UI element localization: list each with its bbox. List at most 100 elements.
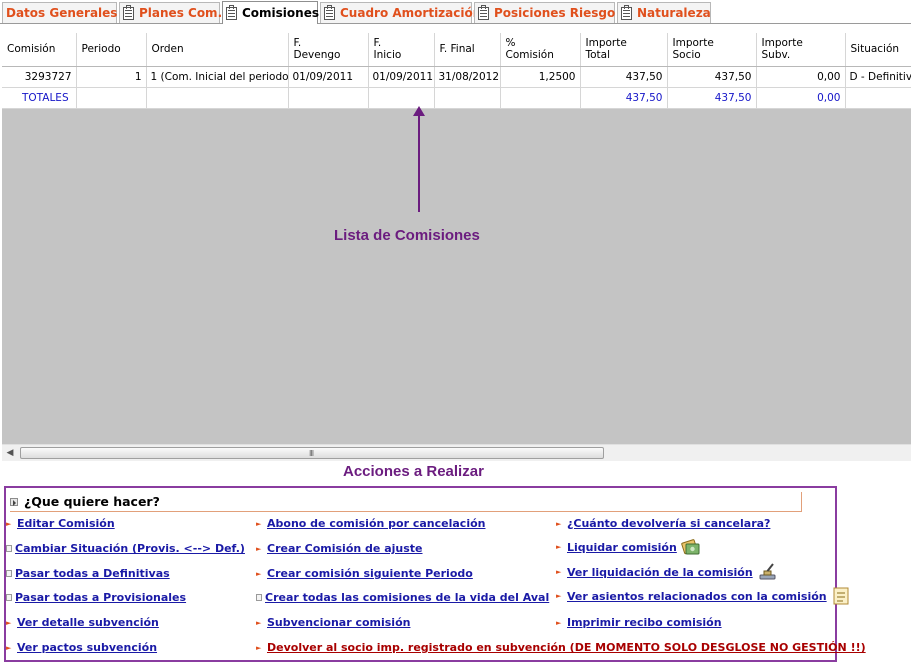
arrow-bullet-icon: ►: [256, 643, 262, 652]
expand-icon[interactable]: [10, 497, 18, 506]
tab-posiciones-riesgo[interactable]: Posiciones Riesgo: [474, 2, 615, 23]
arrow-bullet-icon: ►: [556, 543, 562, 551]
document-icon: [324, 4, 335, 20]
arrow-bullet-icon: ►: [556, 618, 562, 627]
grip-icon: III: [309, 449, 314, 458]
tab-comisiones[interactable]: Comisiones: [222, 1, 319, 24]
tab-label: Comisiones: [242, 6, 319, 20]
arrow-bullet-icon: ►: [256, 519, 262, 528]
action-label[interactable]: Imprimir recibo comisión: [567, 616, 722, 629]
action-label[interactable]: Ver liquidación de la comisión: [567, 566, 753, 579]
tab-label: Naturaleza: [637, 6, 711, 20]
actions-header: ¿Que quiere hacer?: [10, 492, 802, 512]
action-liquidar-comision[interactable]: ► Liquidar comisión: [556, 538, 701, 556]
action-editar-comision[interactable]: ► Editar Comisión: [6, 517, 115, 530]
arrow-bullet-icon: ►: [256, 618, 262, 627]
tab-label: Datos Generales: [6, 6, 118, 20]
col-header-periodo[interactable]: Periodo: [76, 33, 147, 67]
col-header-importe-total[interactable]: Importe Total: [580, 33, 668, 67]
arrow-bullet-icon: ►: [256, 569, 262, 578]
tab-planes-com[interactable]: Planes Com.: [119, 2, 223, 23]
action-label[interactable]: Pasar todas a Definitivas: [15, 567, 170, 580]
action-ver-detalle-subvencion[interactable]: ► Ver detalle subvención: [6, 616, 159, 629]
ledger-icon: [833, 587, 849, 605]
action-label[interactable]: Subvencionar comisión: [267, 616, 410, 629]
arrow-bullet-icon: ►: [556, 519, 562, 528]
action-ver-liquidacion[interactable]: ► Ver liquidación de la comisión: [556, 563, 777, 581]
action-ver-asientos[interactable]: ► Ver asientos relacionados con la comis…: [556, 587, 851, 605]
annotation-acciones: Acciones a Realizar: [343, 463, 484, 480]
action-label[interactable]: Abono de comisión por cancelación: [267, 517, 486, 530]
totals-empty: [845, 87, 911, 109]
action-crear-siguiente-periodo[interactable]: ► Crear comisión siguiente Periodo: [256, 567, 473, 580]
tab-naturaleza[interactable]: Naturaleza: [617, 2, 711, 23]
col-header-importe-socio[interactable]: Importe Socio: [667, 33, 757, 67]
table-row[interactable]: 3293727 1 1 (Com. Inicial del periodo 1)…: [2, 66, 911, 88]
tab-datos-generales[interactable]: Datos Generales: [2, 2, 117, 23]
tab-bar: Datos Generales Planes Com. Comisiones C…: [0, 0, 911, 24]
action-label[interactable]: Pasar todas a Provisionales: [15, 591, 186, 604]
totals-empty: [288, 87, 369, 109]
cell-f-final: 31/08/2012: [434, 66, 501, 88]
col-header-situacion[interactable]: Situación: [845, 33, 911, 67]
action-ver-pactos-subvencion[interactable]: ► Ver pactos subvención: [6, 641, 157, 654]
action-devolver-socio[interactable]: ► Devolver al socio imp. registrado en s…: [256, 641, 866, 654]
action-label[interactable]: ¿Cuánto devolvería si cancelara?: [567, 517, 770, 530]
action-label[interactable]: Crear todas las comisiones de la vida de…: [265, 591, 549, 604]
totals-importe-socio: 437,50: [667, 87, 757, 109]
totals-empty: [146, 87, 289, 109]
box-bullet-icon: [256, 594, 262, 601]
tab-label: Posiciones Riesgo: [494, 6, 616, 20]
totals-empty: [76, 87, 147, 109]
col-header-f-inicio[interactable]: F. Inicio: [368, 33, 435, 67]
action-pasar-provisionales[interactable]: Pasar todas a Provisionales: [6, 591, 186, 604]
col-header-comision[interactable]: Comisión: [2, 33, 77, 67]
cell-importe-socio: 437,50: [667, 66, 757, 88]
scroll-left-arrow-icon[interactable]: ◀: [4, 446, 16, 460]
action-pasar-definitivas[interactable]: Pasar todas a Definitivas: [6, 567, 170, 580]
action-label[interactable]: Liquidar comisión: [567, 541, 677, 554]
col-header-orden[interactable]: Orden: [146, 33, 289, 67]
action-crear-todas-comisiones[interactable]: Crear todas las comisiones de la vida de…: [256, 591, 549, 604]
action-crear-ajuste[interactable]: ► Crear Comisión de ajuste: [256, 542, 423, 555]
col-header-pct-comision[interactable]: % Comisión: [500, 33, 581, 67]
action-cambiar-situacion[interactable]: Cambiar Situación (Provis. <--> Def.): [6, 542, 245, 555]
money-icon: [681, 539, 700, 555]
action-label[interactable]: Crear comisión siguiente Periodo: [267, 567, 473, 580]
document-icon: [226, 4, 237, 20]
cell-importe-total: 437,50: [580, 66, 668, 88]
annotation-arrow: [418, 112, 420, 212]
cell-f-inicio: 01/09/2011: [368, 66, 435, 88]
action-label[interactable]: Editar Comisión: [17, 517, 115, 530]
totals-importe-subv: 0,00: [756, 87, 846, 109]
col-header-f-final[interactable]: F. Final: [434, 33, 501, 67]
action-imprimir-recibo[interactable]: ► Imprimir recibo comisión: [556, 616, 722, 629]
arrow-bullet-icon: ►: [256, 544, 262, 553]
col-header-f-devengo[interactable]: F. Devengo: [288, 33, 369, 67]
scrollbar-thumb[interactable]: III: [20, 447, 604, 459]
cell-orden: 1 (Com. Inicial del periodo 1): [146, 66, 289, 88]
box-bullet-icon: [6, 570, 12, 577]
action-label[interactable]: Crear Comisión de ajuste: [267, 542, 423, 555]
cell-pct-comision: 1,2500: [500, 66, 581, 88]
totals-empty: [500, 87, 581, 109]
col-header-importe-subv[interactable]: Importe Subv.: [756, 33, 846, 67]
action-cuanto-devolveria[interactable]: ► ¿Cuánto devolvería si cancelara?: [556, 517, 770, 530]
action-label[interactable]: Ver pactos subvención: [17, 641, 157, 654]
grid-header-row: Comisión Periodo Orden F. Devengo F. Ini…: [2, 33, 911, 67]
box-bullet-icon: [6, 545, 12, 552]
comisiones-table: Comisión Periodo Orden F. Devengo F. Ini…: [2, 33, 911, 109]
action-label[interactable]: Devolver al socio imp. registrado en sub…: [267, 641, 866, 654]
action-label[interactable]: Ver detalle subvención: [17, 616, 159, 629]
action-abono-cancelacion[interactable]: ► Abono de comisión por cancelación: [256, 517, 486, 530]
action-label[interactable]: Ver asientos relacionados con la comisió…: [567, 590, 827, 603]
action-subvencionar[interactable]: ► Subvencionar comisión: [256, 616, 410, 629]
actions-title: ¿Que quiere hacer?: [24, 494, 160, 509]
tab-label: Planes Com.: [139, 6, 223, 20]
action-label[interactable]: Cambiar Situación (Provis. <--> Def.): [15, 542, 245, 555]
actions-panel: ¿Que quiere hacer? ► Editar Comisión Cam…: [4, 486, 866, 662]
totals-row: TOTALES 437,50 437,50 0,00: [2, 87, 911, 109]
document-icon: [478, 4, 489, 20]
horizontal-scrollbar[interactable]: ◀ III: [2, 444, 911, 461]
tab-cuadro-amortizacion[interactable]: Cuadro Amortización: [320, 2, 481, 23]
